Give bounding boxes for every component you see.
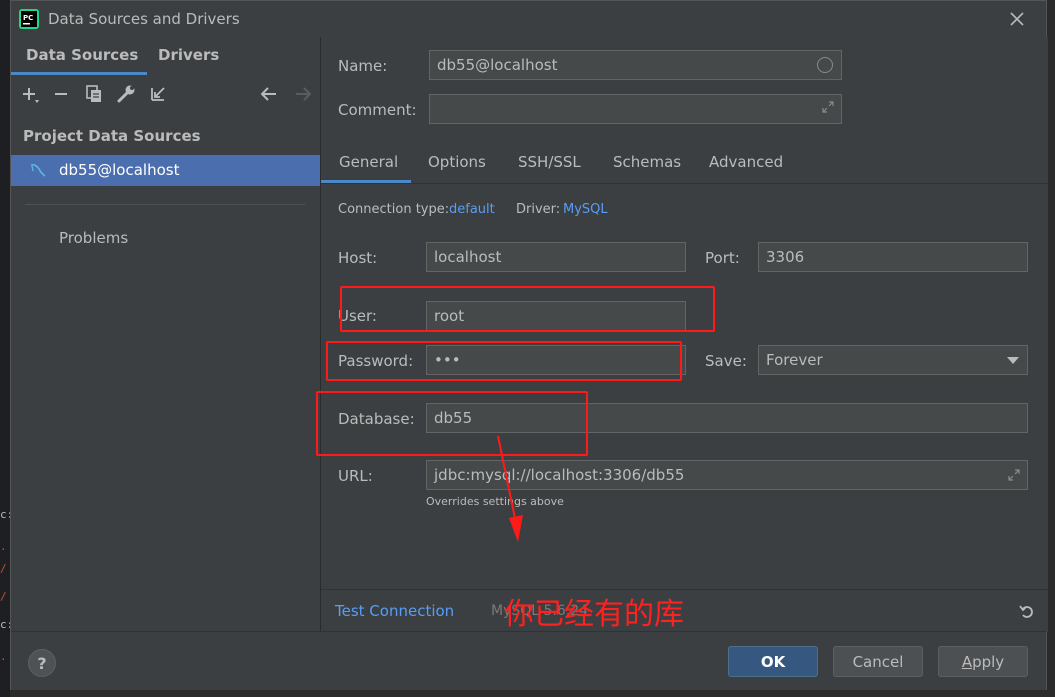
annotation-text: 你已经有的库 <box>504 597 684 632</box>
